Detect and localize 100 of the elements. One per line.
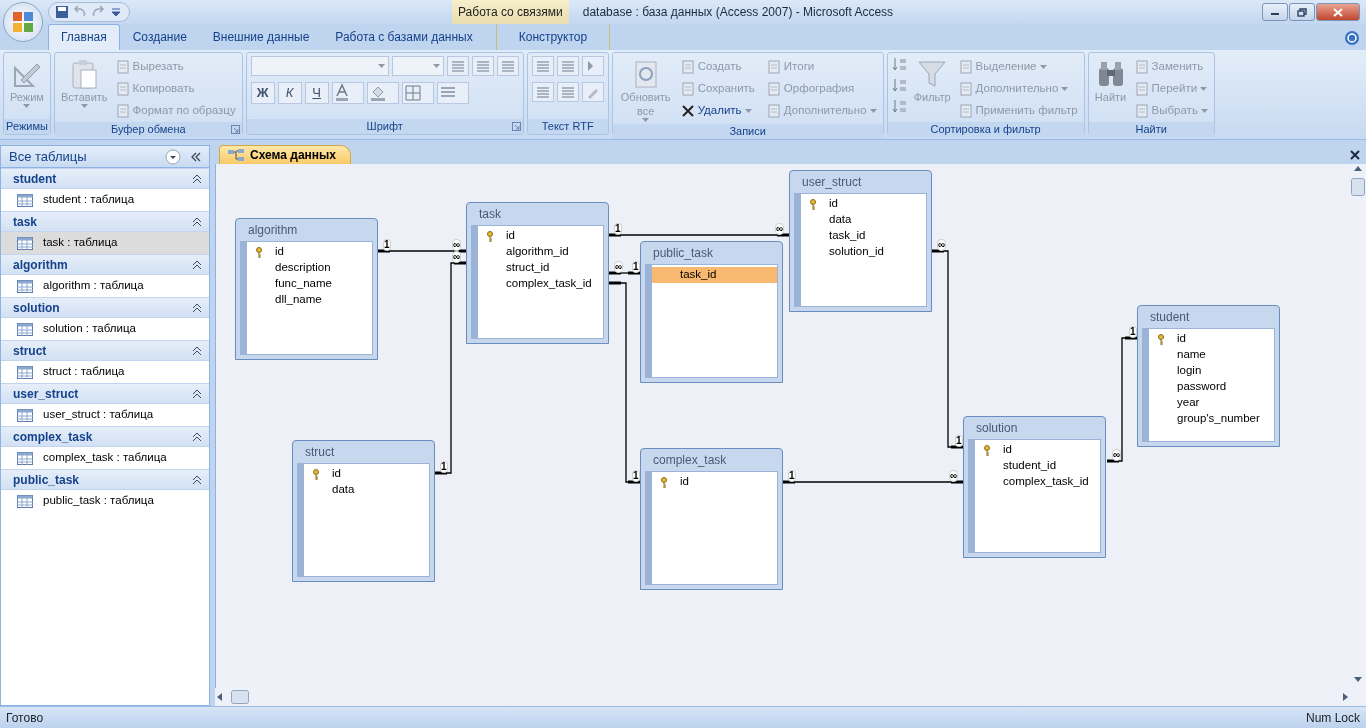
table-title: struct (304, 444, 336, 461)
field-row[interactable]: solution_id (801, 244, 926, 260)
key-icon (486, 230, 494, 242)
close-icon[interactable] (1350, 149, 1360, 160)
relationship-line[interactable] (607, 271, 642, 275)
dialog-launcher-icon[interactable] (230, 125, 240, 134)
field-row[interactable]: data (304, 482, 429, 498)
field-row[interactable]: id (1149, 331, 1274, 347)
app-menu-button[interactable] (3, 2, 43, 42)
close-button[interactable] (1316, 3, 1360, 21)
field-row[interactable]: data (801, 212, 926, 228)
field-row[interactable]: complex_task_id (975, 474, 1100, 490)
relationship-line[interactable] (607, 233, 791, 237)
restore-button[interactable] (1289, 3, 1315, 21)
field-row[interactable]: struct_id (478, 260, 603, 276)
table-window[interactable]: public_task task_id (640, 241, 783, 383)
collapse-icon[interactable] (191, 258, 203, 271)
field-row[interactable]: id (304, 466, 429, 482)
field-row[interactable]: id (247, 244, 372, 260)
collapse-icon[interactable] (191, 344, 203, 357)
group-label: Режимы (6, 119, 48, 135)
field-row[interactable]: password (1149, 379, 1274, 395)
minimize-button[interactable] (1262, 3, 1288, 21)
document-icon (766, 104, 781, 118)
caret-icon (869, 109, 877, 113)
table-window[interactable]: struct id data (292, 440, 435, 582)
caret-icon (1200, 109, 1208, 113)
save-icon[interactable] (55, 5, 69, 19)
cardinality-label: ∞ (775, 223, 785, 235)
field-row[interactable]: group's_number (1149, 411, 1274, 427)
document-tab[interactable]: Схема данных (219, 145, 351, 164)
group-label: Текст RTF (541, 119, 594, 135)
relationship-line[interactable] (930, 249, 965, 449)
relationship-line[interactable] (376, 249, 468, 253)
field-row[interactable]: id (652, 474, 777, 490)
ribbon-tab[interactable]: Работа с базами данных (322, 24, 486, 50)
relationship-line[interactable] (433, 261, 468, 475)
font-color-icon[interactable] (331, 82, 364, 104)
field-row[interactable]: student_id (975, 458, 1100, 474)
ribbon-tab[interactable]: Создание (119, 24, 200, 50)
nav-group-header: struct (13, 342, 47, 360)
field-row[interactable]: task_id (652, 267, 777, 283)
collapse-icon[interactable] (191, 215, 203, 228)
ribbon-tab[interactable]: Внешние данные (199, 24, 323, 50)
field-row[interactable]: complex_task_id (478, 276, 603, 292)
field-row[interactable]: login (1149, 363, 1274, 379)
field-row[interactable]: year (1149, 395, 1274, 411)
field-row[interactable]: id (801, 196, 926, 212)
field-row[interactable]: task_id (801, 228, 926, 244)
field-row[interactable]: algorithm_id (478, 244, 603, 260)
table-icon (17, 408, 33, 422)
dropdown-icon[interactable] (165, 148, 181, 165)
field-row[interactable]: id (478, 228, 603, 244)
field-row[interactable]: name (1149, 347, 1274, 363)
field-row[interactable]: id (975, 442, 1100, 458)
field-row[interactable]: description (247, 260, 372, 276)
customize-caret-icon[interactable] (109, 5, 123, 19)
nav-item[interactable]: task : таблица (1, 232, 209, 254)
ribbon-button[interactable]: Удалить (678, 100, 757, 122)
relationship-line[interactable] (781, 480, 965, 484)
table-window[interactable]: solution id student_id complex_task_id (963, 416, 1106, 558)
gridlines-icon[interactable] (401, 82, 434, 104)
scroll-thumb[interactable] (1351, 178, 1365, 196)
format-button[interactable]: Ч (304, 82, 329, 104)
collapse-icon[interactable] (191, 473, 203, 486)
collapse-icon[interactable] (191, 387, 203, 400)
format-button[interactable]: К (277, 82, 302, 104)
table-window[interactable]: complex_task id (640, 448, 783, 590)
table-window[interactable]: user_struct id data task_id solution_id (789, 170, 932, 312)
relationship-line[interactable] (1105, 336, 1139, 463)
scroll-thumb[interactable] (231, 690, 249, 704)
close-icon (1333, 7, 1343, 17)
scroll-down-icon[interactable] (1353, 676, 1363, 684)
table-window[interactable]: algorithm id description func_name dll_name (235, 218, 378, 360)
table-window[interactable]: student id name login password year group's_number (1137, 305, 1280, 447)
ribbon-tab[interactable]: Главная (48, 24, 120, 50)
caret-icon (1039, 65, 1047, 69)
window-title: database : база данных (Access 2007) - Microsoft Access (582, 4, 894, 21)
group-label: Буфер обмена (110, 122, 186, 138)
document-icon (115, 104, 130, 118)
cardinality-label: 1 (955, 435, 963, 447)
collapse-icon[interactable] (191, 430, 203, 443)
field-row[interactable]: dll_name (247, 292, 372, 308)
table-window[interactable]: task id algorithm_id struct_id complex_task_id (466, 202, 609, 344)
caret-icon (23, 104, 31, 108)
key-icon (660, 476, 668, 488)
dialog-launcher-icon[interactable] (511, 122, 521, 131)
document-icon (115, 82, 130, 96)
scroll-right-icon[interactable] (1342, 692, 1350, 702)
table-title: solution (975, 420, 1019, 437)
cardinality-label: 1 (383, 239, 391, 251)
field-row[interactable]: func_name (247, 276, 372, 292)
scroll-left-icon[interactable] (215, 692, 223, 702)
fill-color-icon[interactable] (366, 82, 399, 104)
relationship-line[interactable] (607, 281, 642, 484)
format-button[interactable]: Ж (250, 82, 275, 104)
collapse-icon[interactable] (191, 301, 203, 314)
table-icon (17, 365, 33, 379)
help-icon[interactable] (1344, 30, 1360, 46)
collapse-icon[interactable] (191, 172, 203, 185)
